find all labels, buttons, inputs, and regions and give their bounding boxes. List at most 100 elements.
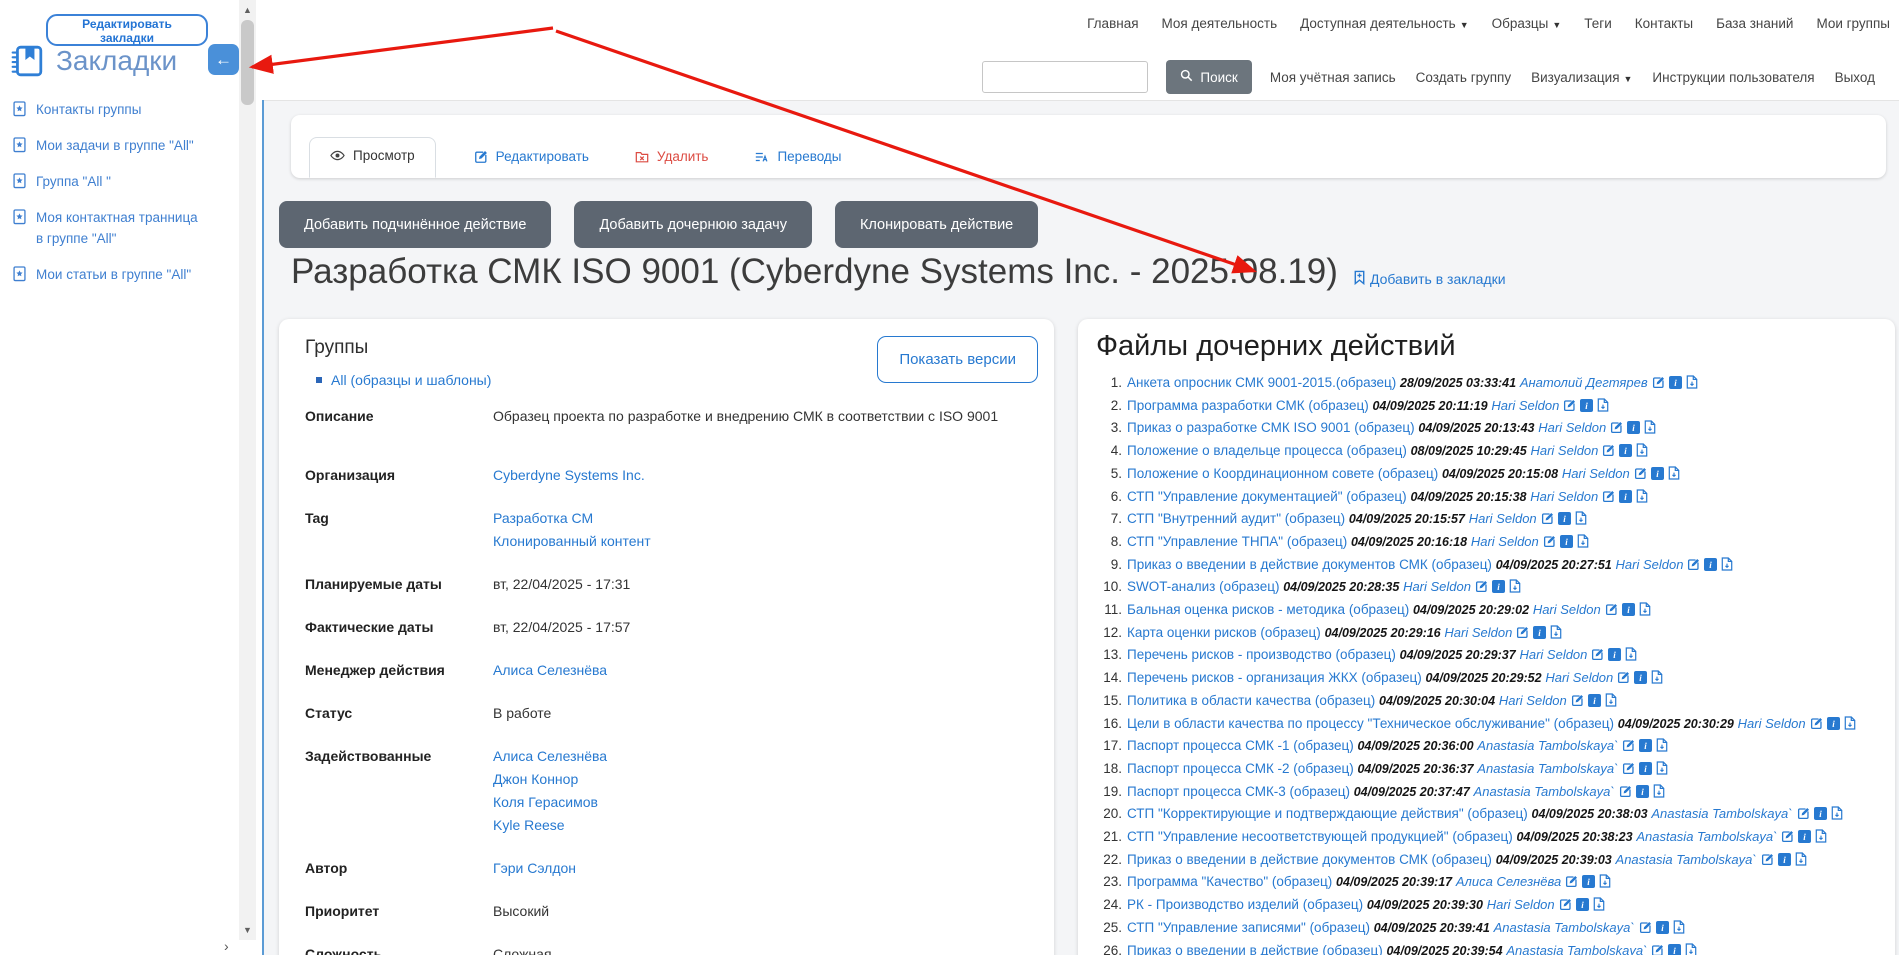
file-icon[interactable]: [1644, 420, 1656, 434]
info-icon[interactable]: i: [1608, 648, 1621, 661]
file-link[interactable]: Программа "Качество" (образец): [1127, 874, 1332, 889]
file-link[interactable]: СТП "Управление ТНПА" (образец): [1127, 534, 1347, 549]
edit-file-icon[interactable]: [1541, 512, 1554, 525]
edit-file-icon[interactable]: [1761, 853, 1774, 866]
file-icon[interactable]: [1686, 375, 1698, 389]
field-value-link[interactable]: Алиса Селезнёва: [493, 659, 607, 682]
file-link[interactable]: Положение о Координационном совете (обра…: [1127, 466, 1438, 481]
nav-item[interactable]: Визуализация▼: [1531, 70, 1632, 85]
file-icon[interactable]: [1605, 693, 1617, 707]
file-author-link[interactable]: Anastasia Tambolskaya`: [1651, 806, 1792, 821]
file-author-link[interactable]: Anastasia Tambolskaya`: [1477, 738, 1618, 753]
file-author-link[interactable]: Anastasia Tambolskaya`: [1636, 829, 1777, 844]
nav-item[interactable]: Главная: [1087, 16, 1138, 31]
file-link[interactable]: РК - Производство изделий (образец): [1127, 897, 1363, 912]
file-author-link[interactable]: Алиса Селезнёва: [1456, 874, 1561, 889]
info-icon[interactable]: i: [1639, 762, 1652, 775]
info-icon[interactable]: i: [1827, 717, 1840, 730]
info-icon[interactable]: i: [1619, 444, 1632, 457]
file-icon[interactable]: [1831, 806, 1843, 820]
file-link[interactable]: Перечень рисков - организация ЖКХ (образ…: [1127, 670, 1422, 685]
edit-file-icon[interactable]: [1571, 694, 1584, 707]
scroll-up-arrow-icon[interactable]: ▲: [239, 2, 256, 18]
info-icon[interactable]: i: [1622, 603, 1635, 616]
edit-file-icon[interactable]: [1602, 444, 1615, 457]
nav-item[interactable]: Инструкции пользователя: [1652, 70, 1814, 85]
file-link[interactable]: Паспорт процесса СМК -1 (образец): [1127, 738, 1354, 753]
file-link[interactable]: Программа разработки СМК (образец): [1127, 398, 1369, 413]
edit-file-icon[interactable]: [1622, 762, 1635, 775]
info-icon[interactable]: i: [1560, 535, 1573, 548]
file-author-link[interactable]: Hari Seldon: [1519, 647, 1587, 662]
sidebar-bookmark-item[interactable]: Мои статьи в группе "All": [12, 264, 202, 285]
file-author-link[interactable]: Anastasia Tambolskaya`: [1616, 852, 1757, 867]
file-icon[interactable]: [1673, 920, 1685, 934]
file-author-link[interactable]: Hari Seldon: [1444, 625, 1512, 640]
file-link[interactable]: Анкета опросник СМК 9001-2015.(образец): [1127, 375, 1396, 390]
file-link[interactable]: Положение о владельце процесса (образец): [1127, 443, 1407, 458]
tab-active[interactable]: Просмотр: [309, 137, 436, 178]
file-author-link[interactable]: Hari Seldon: [1491, 398, 1559, 413]
info-icon[interactable]: i: [1634, 671, 1647, 684]
edit-file-icon[interactable]: [1810, 717, 1823, 730]
nav-item[interactable]: Доступная деятельность▼: [1300, 16, 1469, 31]
field-value-link[interactable]: Cyberdyne Systems Inc.: [493, 464, 645, 487]
file-icon[interactable]: [1577, 534, 1589, 548]
tab-item[interactable]: Переводы: [746, 139, 849, 178]
scroll-right-arrow-icon[interactable]: ›: [224, 938, 229, 954]
edit-file-icon[interactable]: [1475, 580, 1488, 593]
edit-file-icon[interactable]: [1591, 648, 1604, 661]
file-author-link[interactable]: Hari Seldon: [1562, 466, 1630, 481]
nav-item[interactable]: Теги: [1584, 16, 1611, 31]
edit-file-icon[interactable]: [1651, 944, 1664, 955]
info-icon[interactable]: i: [1627, 421, 1640, 434]
edit-file-icon[interactable]: [1634, 467, 1647, 480]
file-link[interactable]: Паспорт процесса СМК-3 (образец): [1127, 784, 1350, 799]
info-icon[interactable]: i: [1704, 558, 1717, 571]
edit-file-icon[interactable]: [1516, 626, 1529, 639]
info-icon[interactable]: i: [1558, 512, 1571, 525]
edit-bookmarks-button[interactable]: Редактировать закладки: [46, 14, 208, 46]
info-icon[interactable]: i: [1533, 626, 1546, 639]
field-value-link[interactable]: Клонированный контент: [493, 530, 651, 553]
edit-file-icon[interactable]: [1781, 830, 1794, 843]
info-icon[interactable]: i: [1778, 853, 1791, 866]
edit-file-icon[interactable]: [1543, 535, 1556, 548]
edit-file-icon[interactable]: [1619, 785, 1632, 798]
file-author-link[interactable]: Hari Seldon: [1403, 579, 1471, 594]
sidebar-bookmark-item[interactable]: Контакты группы: [12, 99, 202, 120]
info-icon[interactable]: i: [1576, 898, 1589, 911]
edit-file-icon[interactable]: [1563, 399, 1576, 412]
field-value-link[interactable]: Джон Коннор: [493, 768, 607, 791]
info-icon[interactable]: i: [1582, 875, 1595, 888]
file-link[interactable]: Приказ о введении в действие документов …: [1127, 852, 1492, 867]
info-icon[interactable]: i: [1639, 739, 1652, 752]
file-author-link[interactable]: Hari Seldon: [1530, 489, 1598, 504]
tab-item[interactable]: Удалить: [627, 139, 717, 178]
nav-item[interactable]: Образцы▼: [1492, 16, 1562, 31]
field-value-link[interactable]: Алиса Селезнёва: [493, 745, 607, 768]
file-icon[interactable]: [1636, 443, 1648, 457]
info-icon[interactable]: i: [1656, 921, 1669, 934]
scrollbar-thumb[interactable]: [241, 20, 254, 105]
sidebar-bookmark-item[interactable]: Мои задачи в группе "All": [12, 135, 202, 156]
file-link[interactable]: Приказ о введении в действие документов …: [1127, 557, 1492, 572]
sidebar-scrollbar[interactable]: ▲ ▼: [239, 0, 256, 940]
file-author-link[interactable]: Anastasia Tambolskaya`: [1477, 761, 1618, 776]
file-icon[interactable]: [1625, 647, 1637, 661]
file-icon[interactable]: [1639, 602, 1651, 616]
file-icon[interactable]: [1685, 943, 1697, 955]
file-link[interactable]: Паспорт процесса СМК -2 (образец): [1127, 761, 1354, 776]
file-icon[interactable]: [1844, 716, 1856, 730]
edit-file-icon[interactable]: [1622, 739, 1635, 752]
field-value-link[interactable]: Разработка СМ: [493, 507, 651, 530]
show-versions-button[interactable]: Показать версии: [877, 336, 1038, 383]
search-button[interactable]: Поиск: [1166, 60, 1251, 94]
file-link[interactable]: СТП "Внутренний аудит" (образец): [1127, 511, 1345, 526]
nav-item[interactable]: Мои группы: [1816, 16, 1890, 31]
nav-item[interactable]: Выход: [1835, 70, 1875, 85]
file-link[interactable]: Бальная оценка рисков - методика (образе…: [1127, 602, 1409, 617]
file-icon[interactable]: [1509, 579, 1521, 593]
edit-file-icon[interactable]: [1565, 875, 1578, 888]
tab-item[interactable]: Редактировать: [466, 139, 597, 178]
